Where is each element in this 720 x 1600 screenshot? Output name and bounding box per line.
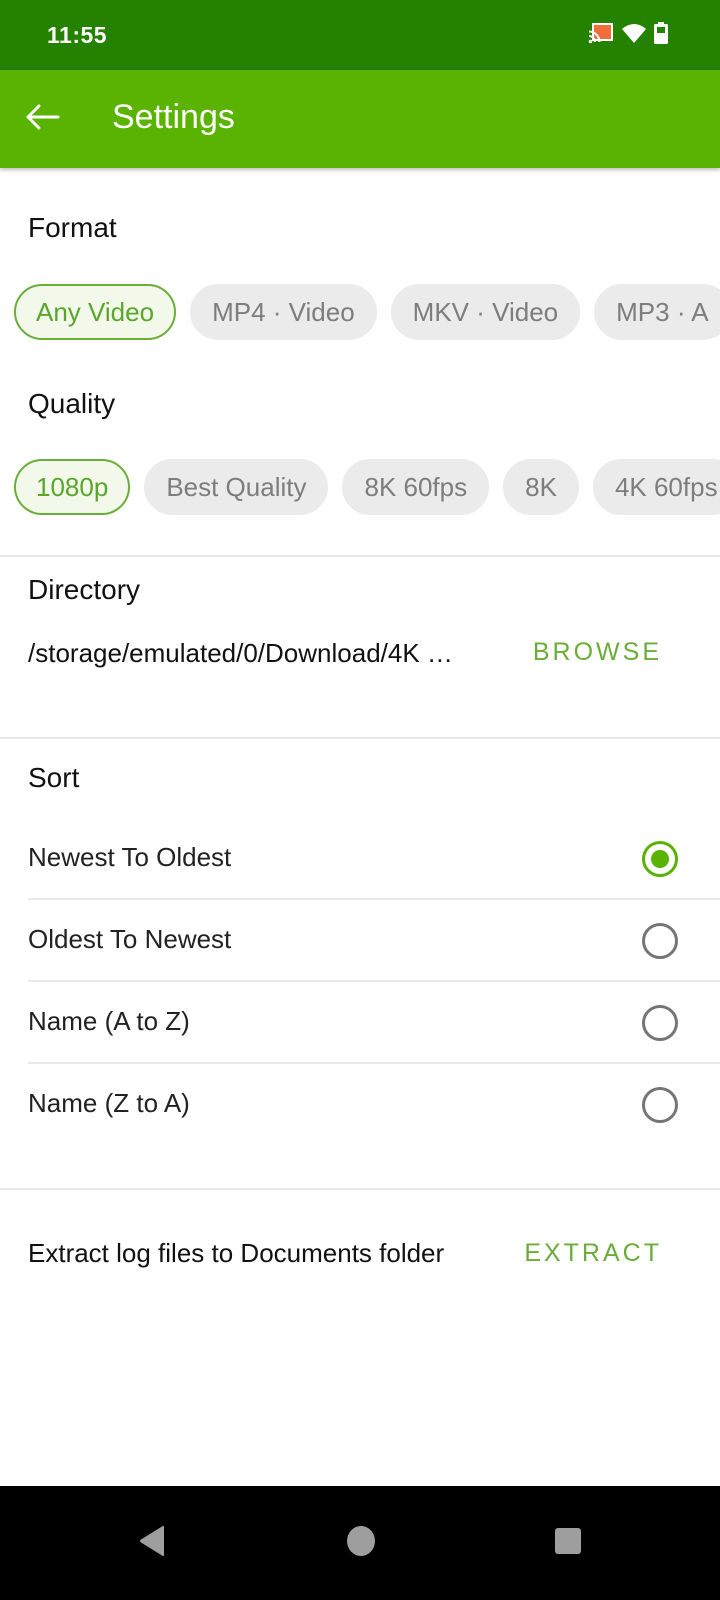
chip-label: 4K 60fps xyxy=(614,471,718,502)
sort-option-label: Name (A to Z) xyxy=(28,1006,190,1036)
format-chip-mp4-video[interactable]: MP4 · Video xyxy=(190,284,377,340)
extract-logs-label: Extract log files to Documents folder xyxy=(28,1238,445,1268)
quality-chip-4k-60fps[interactable]: 4K 60fps xyxy=(592,459,720,515)
chip-label: Best Quality xyxy=(166,471,307,502)
format-chip-any-video[interactable]: Any Video xyxy=(14,284,177,340)
chip-label: Any Video xyxy=(36,296,155,327)
recents-square-icon xyxy=(554,1527,582,1560)
browse-button[interactable]: BROWSE xyxy=(533,638,662,667)
chip-label: MP3 · A xyxy=(616,296,709,327)
chip-label: 8K xyxy=(525,471,557,502)
page-title: Settings xyxy=(112,98,235,136)
sort-option-oldest-to-newest[interactable]: Oldest To Newest xyxy=(0,900,720,982)
quality-chip-row[interactable]: 1080p Best Quality 8K 60fps 8K 4K 60fps xyxy=(14,459,720,517)
radio-unchecked[interactable] xyxy=(642,1087,678,1123)
quality-section-title: Quality xyxy=(28,388,116,419)
nav-back-button[interactable] xyxy=(118,1508,188,1578)
quality-chip-8k[interactable]: 8K xyxy=(503,459,579,515)
section-divider xyxy=(0,1188,720,1190)
sort-option-label: Name (Z to A) xyxy=(28,1088,190,1118)
sort-option-name-z-to-a[interactable]: Name (Z to A) xyxy=(0,1064,720,1146)
sort-option-name-a-to-z[interactable]: Name (A to Z) xyxy=(0,982,720,1064)
format-chip-mkv-video[interactable]: MKV · Video xyxy=(390,284,581,340)
sort-option-label: Oldest To Newest xyxy=(28,924,232,954)
extract-button[interactable]: EXTRACT xyxy=(524,1239,662,1268)
quality-chip-1080p[interactable]: 1080p xyxy=(14,459,131,515)
sort-option-label: Newest To Oldest xyxy=(28,842,232,872)
back-button[interactable] xyxy=(18,95,66,143)
section-divider xyxy=(0,555,720,557)
status-bar: 11:55 xyxy=(0,0,720,70)
directory-path: /storage/emulated/0/Download/4K … xyxy=(28,638,453,668)
arrow-left-icon xyxy=(24,103,60,136)
format-section-title: Format xyxy=(28,212,117,243)
sort-option-newest-to-oldest[interactable]: Newest To Oldest xyxy=(0,818,720,900)
nav-recents-button[interactable] xyxy=(533,1508,603,1578)
back-triangle-icon xyxy=(138,1525,168,1562)
quality-chip-8k-60fps[interactable]: 8K 60fps xyxy=(342,459,490,515)
chip-label: MKV · Video xyxy=(412,296,559,327)
chip-label: 1080p xyxy=(36,471,109,502)
chip-label: MP4 · Video xyxy=(212,296,355,327)
battery-icon xyxy=(654,22,668,44)
status-time: 11:55 xyxy=(47,22,108,48)
cast-icon xyxy=(588,22,614,44)
format-chip-row[interactable]: Any Video MP4 · Video MKV · Video MP3 · … xyxy=(14,284,720,342)
app-bar: Settings xyxy=(0,70,720,168)
chip-label: 8K 60fps xyxy=(364,471,468,502)
radio-unchecked[interactable] xyxy=(642,1005,678,1041)
status-icons xyxy=(588,22,668,44)
nav-home-button[interactable] xyxy=(326,1508,396,1578)
directory-section-title: Directory xyxy=(28,574,141,605)
wifi-icon xyxy=(622,23,646,43)
sort-section-title: Sort xyxy=(28,762,80,793)
radio-checked[interactable] xyxy=(642,841,678,877)
home-circle-icon xyxy=(346,1525,376,1562)
radio-unchecked[interactable] xyxy=(642,923,678,959)
system-nav-bar xyxy=(0,1486,720,1600)
quality-chip-best-quality[interactable]: Best Quality xyxy=(144,459,329,515)
format-chip-mp3-audio[interactable]: MP3 · A xyxy=(594,284,720,340)
section-divider xyxy=(0,737,720,739)
